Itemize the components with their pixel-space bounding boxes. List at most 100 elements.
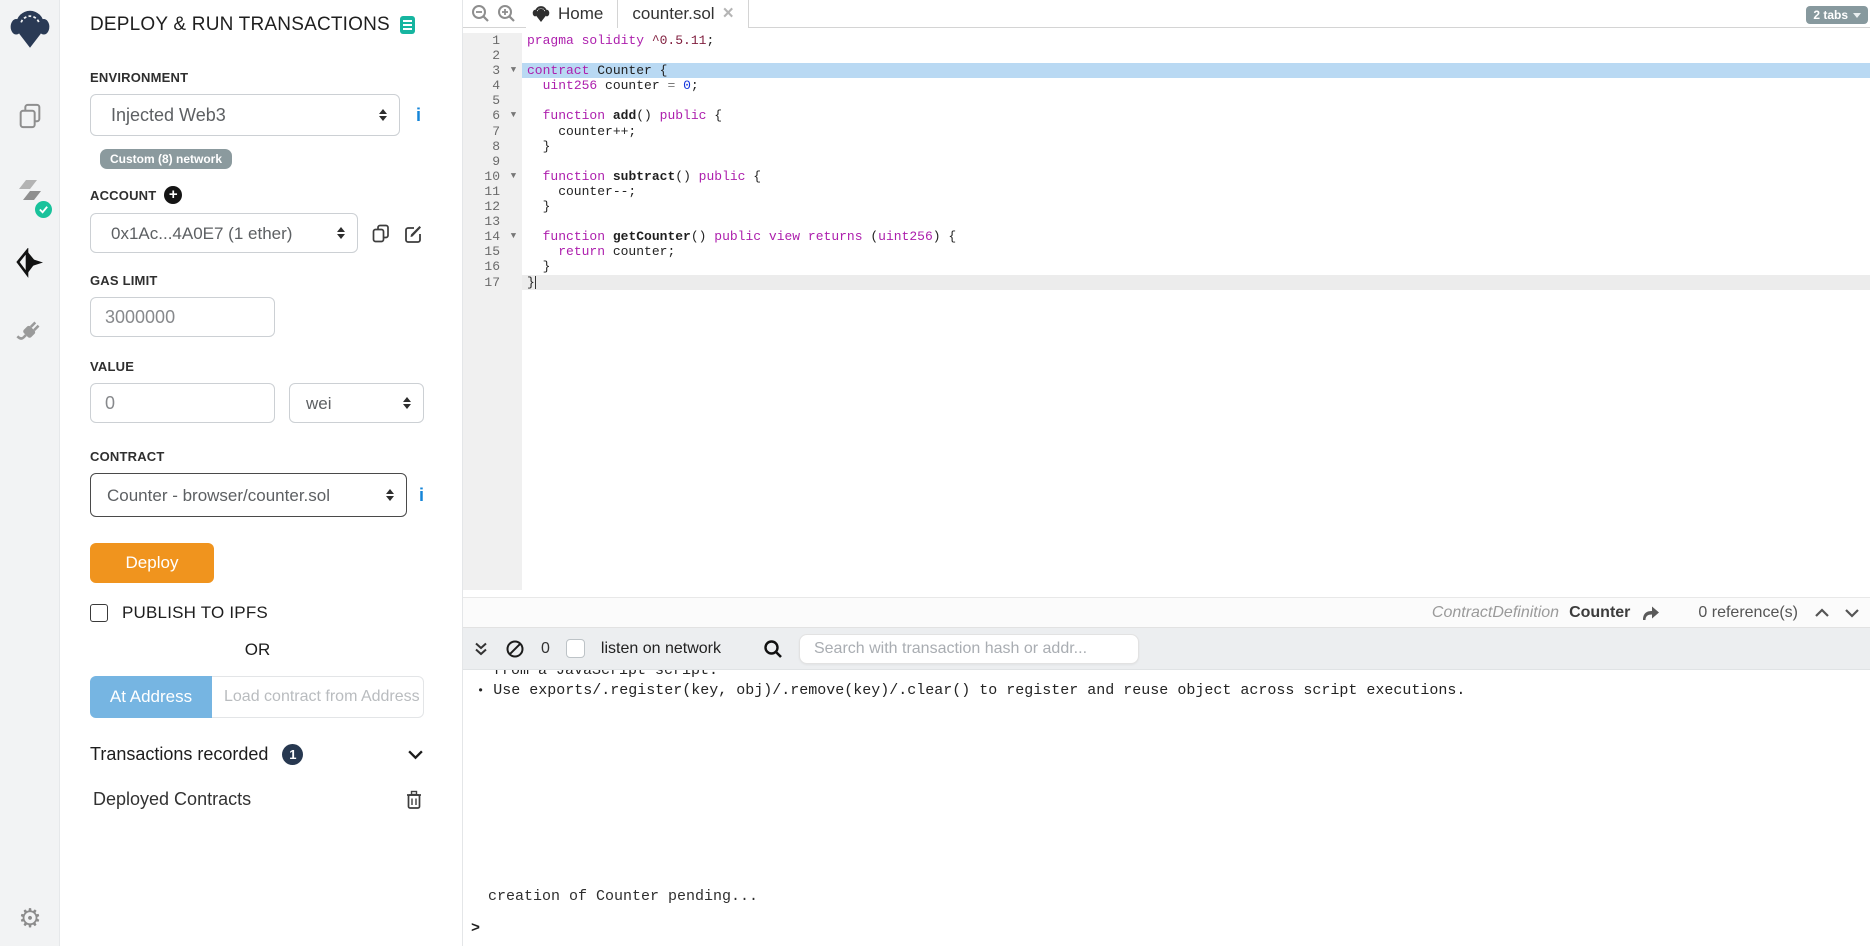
edit-account-pencil-icon[interactable] <box>403 223 424 244</box>
environment-label: ENVIRONMENT <box>90 70 424 85</box>
code-line[interactable]: 11 counter--; <box>463 184 1870 199</box>
remix-logo-icon[interactable] <box>0 8 60 50</box>
code-line[interactable]: 7 counter++; <box>463 124 1870 139</box>
editor-tabbar: Home counter.sol × 2 tabs <box>463 0 1870 28</box>
file-explorer-icon[interactable] <box>0 102 60 130</box>
trash-icon[interactable] <box>404 789 424 810</box>
fold-arrow-icon[interactable]: ▼ <box>505 229 522 244</box>
code-text: function getCounter() public view return… <box>522 229 1870 244</box>
terminal-line-bullet: •Use exports/.register(key, obj)/.remove… <box>463 681 1870 701</box>
code-line[interactable]: 1pragma solidity ^0.5.11; <box>463 33 1870 48</box>
tabs-count-badge[interactable]: 2 tabs <box>1806 6 1868 24</box>
line-number: 8 <box>463 139 505 154</box>
code-line[interactable]: 4 uint256 counter = 0; <box>463 78 1870 93</box>
remix-ide-window: ⚙ DEPLOY & RUN TRANSACTIONS ENVIRONMENT … <box>0 0 1870 946</box>
code-text: } <box>522 139 1870 154</box>
clear-console-ban-icon[interactable] <box>505 639 525 659</box>
terminal-search-input[interactable] <box>799 634 1139 664</box>
code-line[interactable]: 15 return counter; <box>463 244 1870 259</box>
code-line[interactable]: 6▼ function add() public { <box>463 108 1870 123</box>
badge-caret-icon <box>1853 13 1861 18</box>
code-line[interactable]: 13 <box>463 214 1870 229</box>
fold-gutter <box>505 199 522 214</box>
goto-symbol-arrow-icon[interactable] <box>1640 604 1660 622</box>
fold-gutter <box>505 124 522 139</box>
tab-home[interactable]: Home <box>526 0 618 28</box>
deploy-run-icon[interactable] <box>0 248 60 278</box>
code-line[interactable]: 8 } <box>463 139 1870 154</box>
code-line[interactable]: 12 } <box>463 199 1870 214</box>
zoom-out-icon[interactable] <box>471 4 490 23</box>
add-account-plus-icon[interactable]: + <box>164 186 182 204</box>
next-reference-chevron-down-icon[interactable] <box>1844 607 1860 619</box>
copy-account-icon[interactable] <box>370 223 391 244</box>
references-count: 0 reference(s) <box>1698 604 1798 622</box>
transactions-recorded-row[interactable]: Transactions recorded 1 <box>90 744 424 765</box>
line-number: 4 <box>463 78 505 93</box>
code-line[interactable]: 9 <box>463 154 1870 169</box>
fold-arrow-icon[interactable]: ▼ <box>505 108 522 123</box>
code-line[interactable]: 17} <box>463 275 1870 290</box>
code-editor[interactable]: 1pragma solidity ^0.5.11;23▼contract Cou… <box>463 28 1870 597</box>
fold-gutter <box>505 244 522 259</box>
terminal-output[interactable]: from a JavaScript script: •Use exports/.… <box>463 670 1870 946</box>
code-text: function subtract() public { <box>522 169 1870 184</box>
code-line[interactable]: 16 } <box>463 259 1870 274</box>
fold-gutter <box>505 93 522 108</box>
value-unit-select[interactable]: wei <box>289 383 424 423</box>
fold-arrow-icon[interactable]: ▼ <box>505 169 522 184</box>
code-line[interactable]: 3▼contract Counter { <box>463 63 1870 78</box>
code-line[interactable]: 2 <box>463 48 1870 63</box>
at-address-input[interactable] <box>212 676 424 718</box>
expand-terminal-double-chevron-icon[interactable] <box>473 641 489 657</box>
fold-gutter <box>505 154 522 169</box>
code-text: pragma solidity ^0.5.11; <box>522 33 1870 48</box>
deploy-button[interactable]: Deploy <box>90 543 214 583</box>
listen-on-network-checkbox[interactable] <box>566 639 585 658</box>
line-number: 10 <box>463 169 505 184</box>
account-label: ACCOUNT <box>90 188 156 203</box>
plugin-manager-icon[interactable] <box>0 316 60 346</box>
environment-select[interactable]: Injected Web3 <box>90 94 400 136</box>
code-text: function add() public { <box>522 108 1870 123</box>
line-number: 6 <box>463 108 505 123</box>
contract-info-icon[interactable]: i <box>419 485 424 506</box>
code-text: contract Counter { <box>522 63 1870 78</box>
tab-home-label: Home <box>558 4 603 24</box>
compile-success-check-icon <box>35 201 52 218</box>
line-number: 2 <box>463 48 505 63</box>
line-number: 16 <box>463 259 505 274</box>
symbol-name: Counter <box>1569 604 1630 622</box>
code-text <box>522 214 1870 229</box>
code-text: } <box>522 259 1870 274</box>
deploy-run-panel: DEPLOY & RUN TRANSACTIONS ENVIRONMENT In… <box>60 0 463 946</box>
search-icon <box>763 639 783 659</box>
code-line[interactable]: 14▼ function getCounter() public view re… <box>463 229 1870 244</box>
chevron-down-icon[interactable] <box>407 748 424 761</box>
code-line[interactable]: 5 <box>463 93 1870 108</box>
terminal-panel: 0 listen on network from a JavaScript sc… <box>463 628 1870 946</box>
line-number: 5 <box>463 93 505 108</box>
solidity-compiler-icon[interactable] <box>0 176 60 214</box>
fold-arrow-icon[interactable]: ▼ <box>505 63 522 78</box>
zoom-in-icon[interactable] <box>497 4 516 23</box>
fold-gutter <box>505 139 522 154</box>
listen-on-network-label: listen on network <box>601 640 721 658</box>
settings-gear-icon[interactable]: ⚙ <box>0 906 60 932</box>
fold-gutter <box>505 33 522 48</box>
prev-reference-chevron-up-icon[interactable] <box>1814 607 1830 619</box>
value-input[interactable] <box>90 383 275 423</box>
publish-ipfs-checkbox[interactable] <box>90 604 108 622</box>
at-address-button[interactable]: At Address <box>90 676 212 718</box>
close-tab-icon[interactable]: × <box>723 4 734 23</box>
contract-select[interactable]: Counter - browser/counter.sol <box>90 473 407 517</box>
tab-counter-sol[interactable]: counter.sol × <box>618 0 748 28</box>
account-select[interactable]: 0x1Ac...4A0E7 (1 ether) <box>90 213 358 253</box>
fold-gutter <box>505 78 522 93</box>
line-number: 15 <box>463 244 505 259</box>
gas-limit-input[interactable] <box>90 297 275 337</box>
code-line[interactable]: 10▼ function subtract() public { <box>463 169 1870 184</box>
environment-info-icon[interactable]: i <box>416 105 421 126</box>
symbol-type: ContractDefinition <box>1432 604 1559 622</box>
documentation-book-icon[interactable] <box>400 16 415 34</box>
